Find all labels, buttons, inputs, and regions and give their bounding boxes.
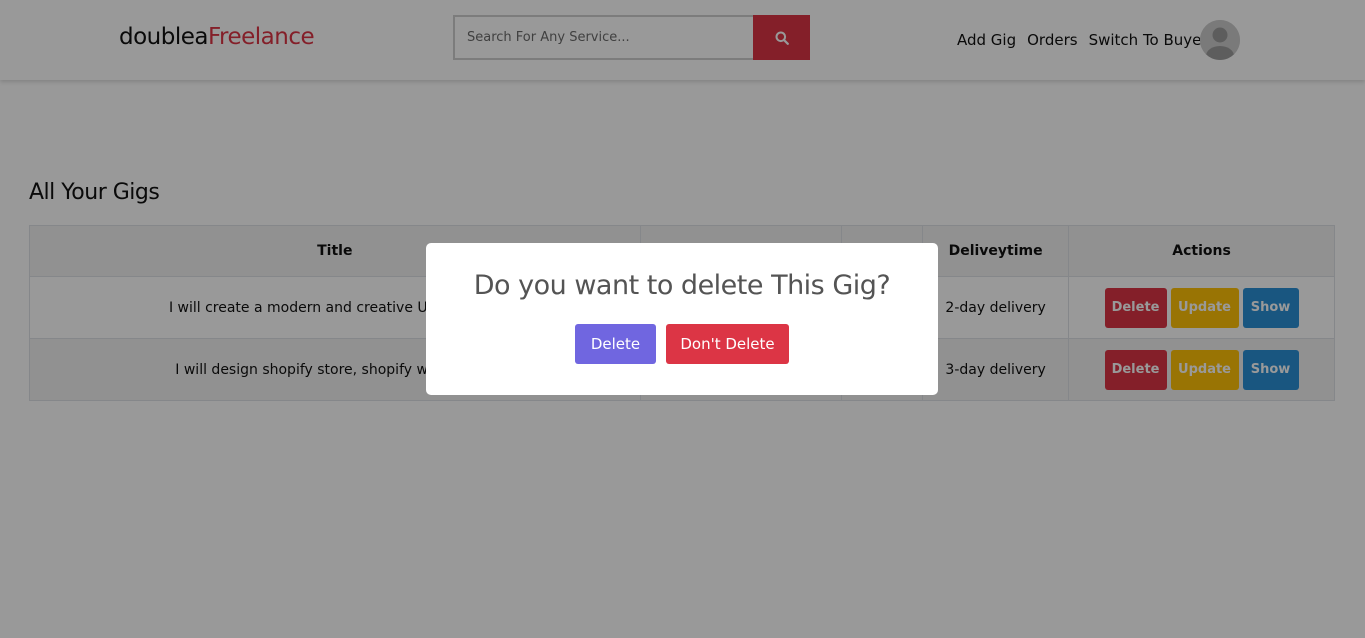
confirm-delete-button[interactable]: Delete [575, 324, 656, 364]
cancel-delete-button[interactable]: Don't Delete [666, 324, 789, 364]
dialog-title: Do you want to delete This Gig? [473, 270, 891, 301]
dialog-buttons: Delete Don't Delete [426, 324, 938, 364]
page: doubleaFreelance Add Gig Orders Switch T… [0, 0, 1365, 638]
delete-confirm-dialog: Do you want to delete This Gig? Delete D… [426, 243, 938, 395]
